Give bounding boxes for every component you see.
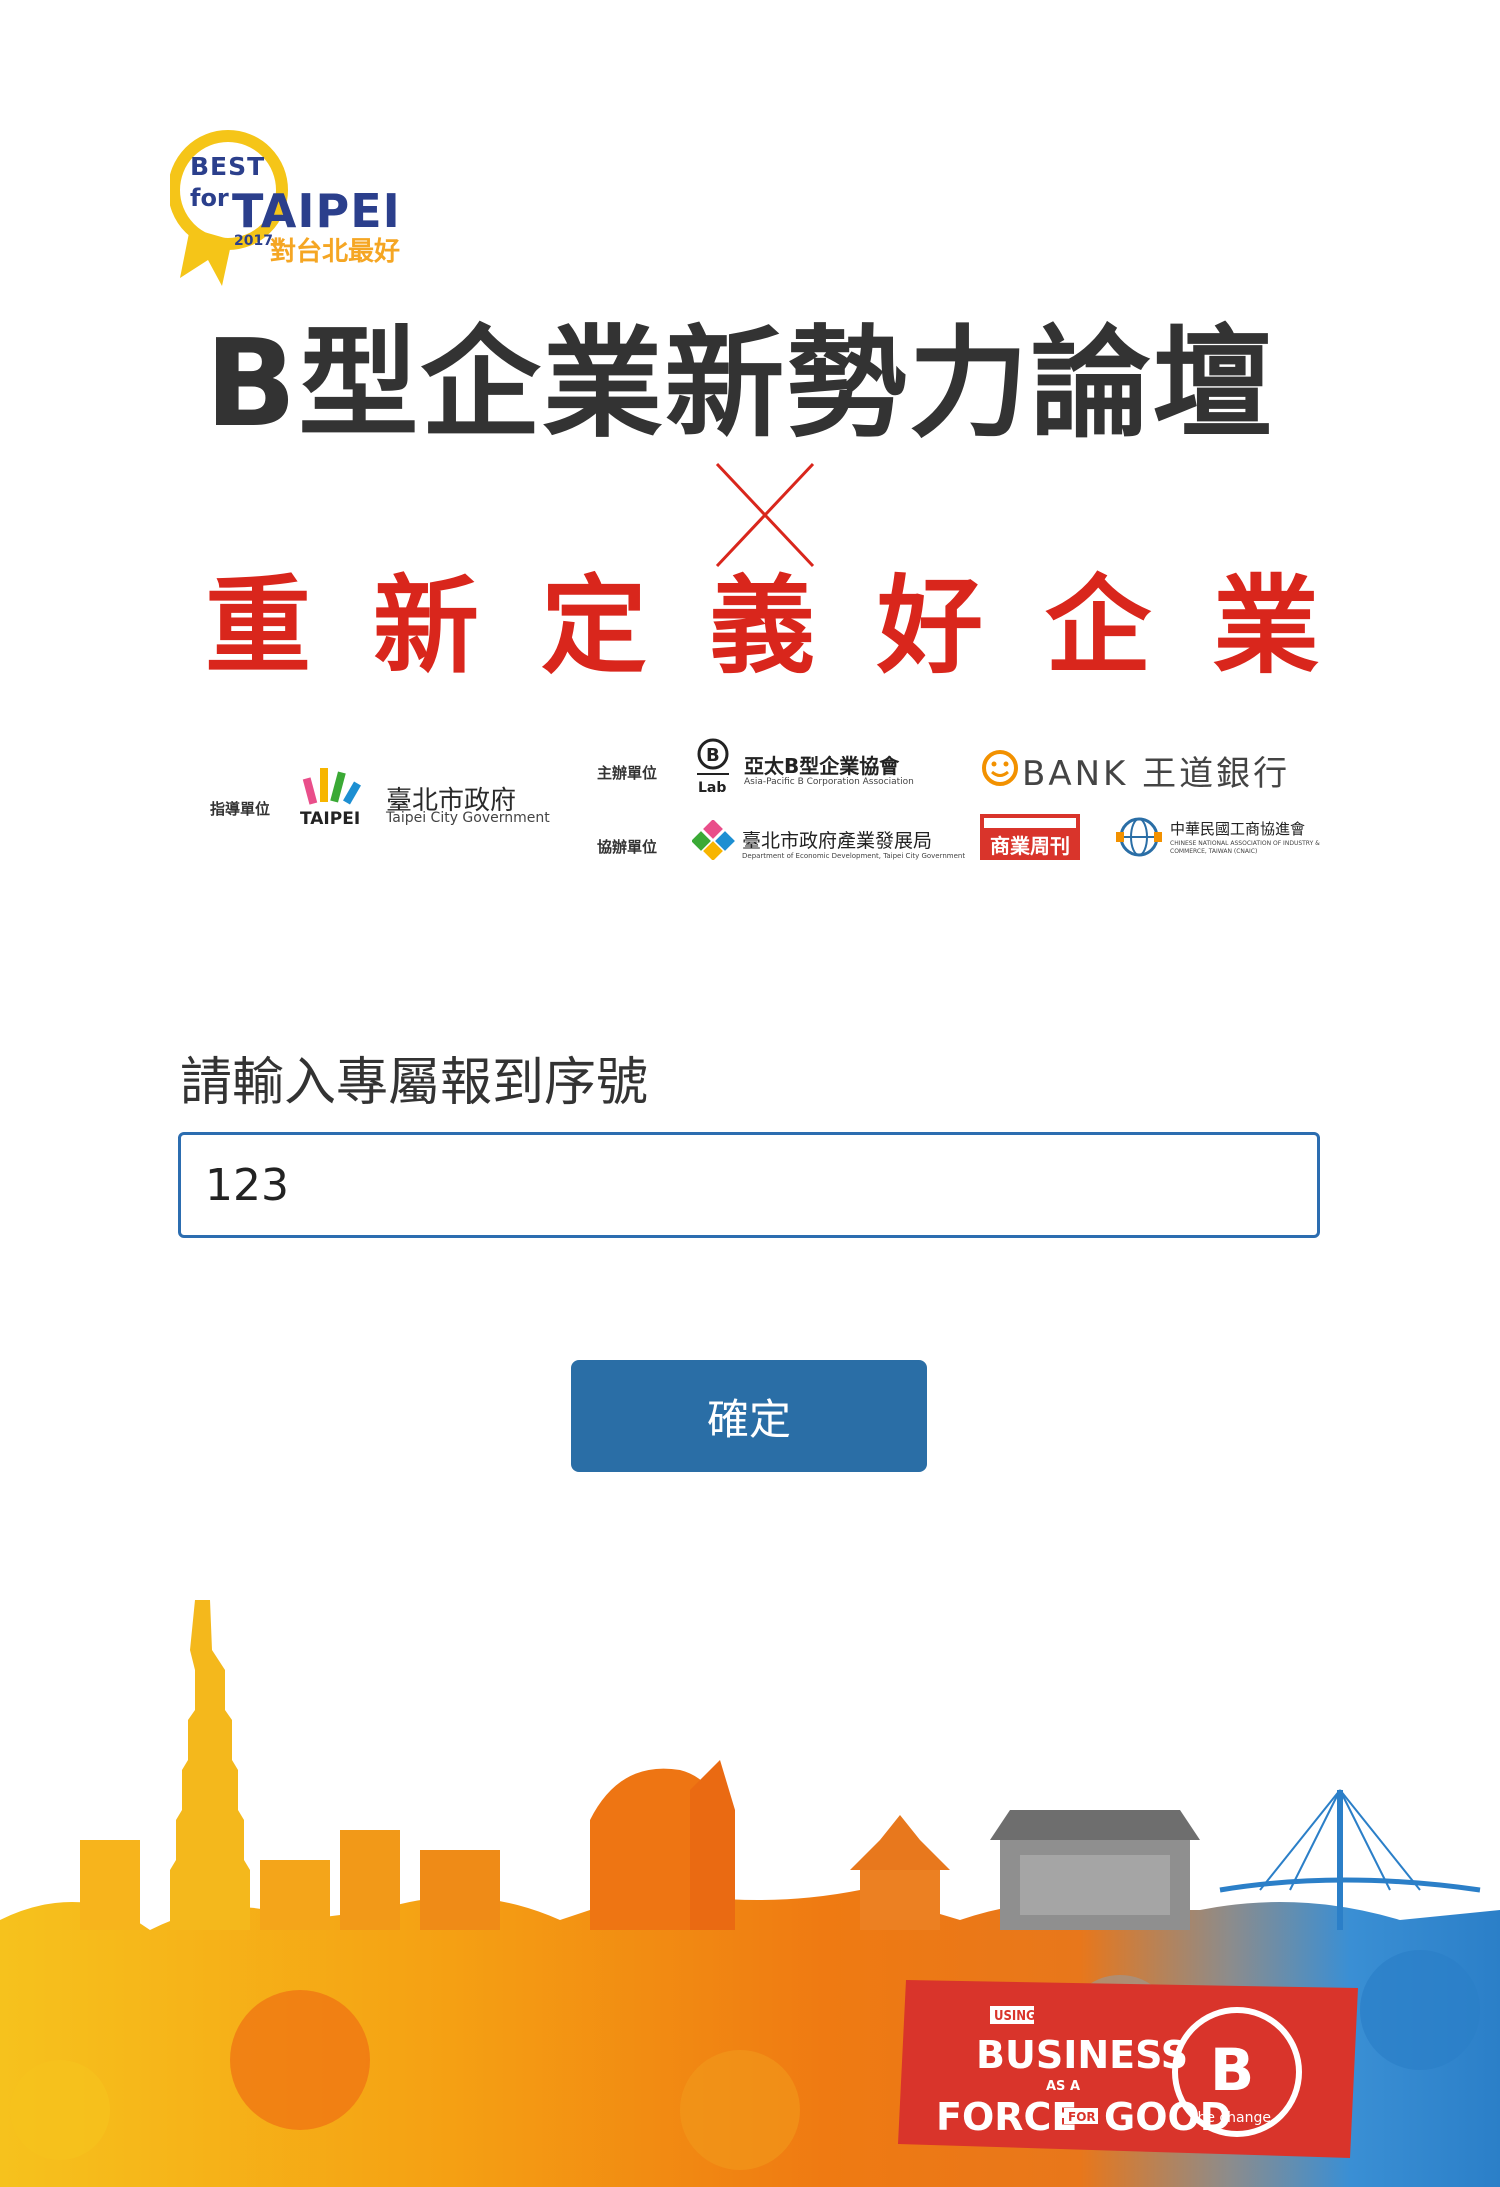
sign-using: USING (994, 2009, 1036, 2024)
svg-text:B: B (706, 745, 720, 766)
badge-for: for (190, 184, 229, 212)
obank-name: BANK 王道銀行 (1022, 754, 1291, 794)
economic-dept-logo-icon (692, 820, 735, 860)
cnaic-name: 中華民國工商協進會 (1170, 820, 1306, 838)
taipei-gov-name-en: Taipei City Government (386, 810, 550, 826)
page-title: B型企業新勢力論壇 (205, 315, 1275, 454)
badge-taipei: TAIPEI (232, 184, 401, 238)
obank-smile-icon (982, 750, 1018, 786)
confirm-button[interactable]: 確定 (571, 1360, 927, 1472)
sign-as-a: AS A (1046, 2079, 1080, 2094)
b-lab-logo-icon: B Lab (697, 738, 729, 796)
badge-year: 2017 (234, 233, 273, 249)
b-lab-asia-name: 亞太B型企業協會 (744, 754, 900, 778)
business-weekly-name: 商業周刊 (990, 834, 1070, 858)
guide-unit-label: 指導單位 (210, 800, 271, 818)
b-corp-sign-illustration: USING BUSINESS AS A FORCE FOR GOOD B the… (898, 1980, 1358, 2158)
economic-dept-name-en: Department of Economic Development, Taip… (742, 852, 966, 860)
b-lab-logo-text: Lab (698, 780, 726, 796)
cross-icon (715, 462, 815, 568)
b-lab-asia-name-en: Asia-Pacific B Corporation Association (744, 777, 914, 787)
serial-number-input[interactable] (178, 1132, 1320, 1238)
taipei-logo-text: TAIPEI (300, 809, 360, 829)
sign-force: FORCE (936, 2095, 1077, 2139)
cnaic-globe-icon (1116, 817, 1162, 857)
badge-zh: 對台北最好 (270, 237, 401, 267)
serial-number-label: 請輸入專屬報到序號 (180, 1053, 649, 1113)
sign-the-change: the change (1192, 2110, 1271, 2126)
economic-dept-name: 臺北市政府產業發展局 (742, 830, 933, 852)
host-unit-label: 主辦單位 (597, 764, 658, 782)
co-host-unit-label: 協辦單位 (597, 838, 658, 856)
sign-b: B (1210, 2036, 1254, 2104)
sign-for: FOR (1068, 2110, 1096, 2124)
taipei-city-logo-icon: TAIPEI (300, 768, 361, 829)
page-subtitle: 重新定義好企業 (205, 565, 1381, 688)
badge-best: BEST (190, 152, 266, 181)
best-for-taipei-logo: BEST for TAIPEI 2017 對台北最好 (170, 128, 460, 288)
cnaic-name-en: CHINESE NATIONAL ASSOCIATION OF INDUSTRY… (1170, 840, 1320, 855)
sign-business: BUSINESS (976, 2033, 1188, 2077)
